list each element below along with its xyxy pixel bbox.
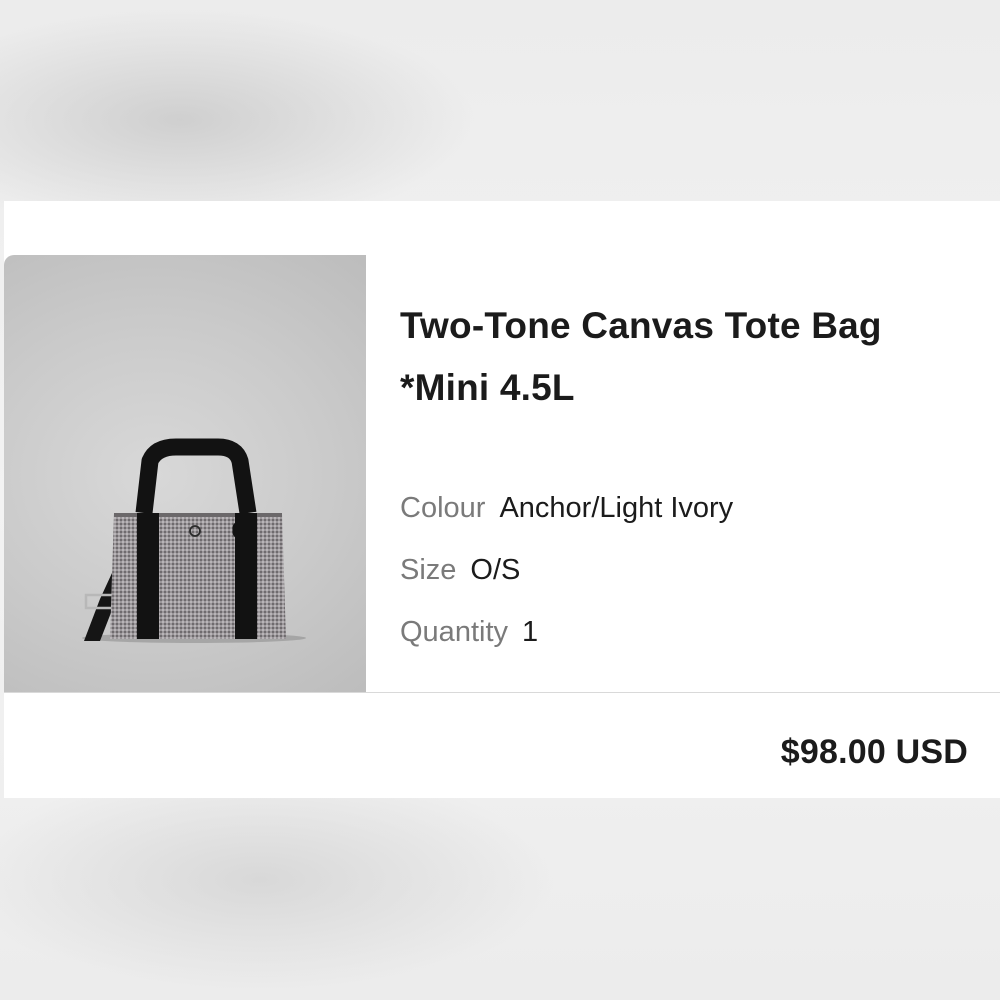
tote-bag-icon bbox=[82, 438, 306, 643]
product-title-line1: Two-Tone Canvas Tote Bag bbox=[400, 305, 882, 346]
attribute-label: Colour bbox=[400, 492, 486, 524]
attribute-quantity: Quantity 1 bbox=[400, 601, 980, 663]
product-image[interactable] bbox=[4, 255, 366, 692]
attribute-label: Quantity bbox=[400, 616, 508, 648]
product-details: Two-Tone Canvas Tote Bag *Mini 4.5L Colo… bbox=[400, 295, 980, 663]
product-title-line2: *Mini 4.5L bbox=[400, 367, 575, 408]
product-attributes: Colour Anchor/Light Ivory Size O/S Quantit… bbox=[400, 477, 980, 663]
attribute-value: 1 bbox=[522, 616, 539, 648]
attribute-label: Size bbox=[400, 554, 457, 586]
cart-item-card: Two-Tone Canvas Tote Bag *Mini 4.5L Colo… bbox=[4, 201, 1000, 798]
attribute-value: O/S bbox=[470, 554, 521, 586]
attribute-colour: Colour Anchor/Light Ivory bbox=[400, 477, 980, 539]
item-price: $98.00 USD bbox=[780, 733, 968, 771]
attribute-value: Anchor/Light Ivory bbox=[499, 492, 734, 524]
cart-item-row[interactable]: Two-Tone Canvas Tote Bag *Mini 4.5L Colo… bbox=[4, 255, 1000, 693]
product-title[interactable]: Two-Tone Canvas Tote Bag *Mini 4.5L bbox=[400, 295, 980, 419]
attribute-size: Size O/S bbox=[400, 539, 980, 601]
